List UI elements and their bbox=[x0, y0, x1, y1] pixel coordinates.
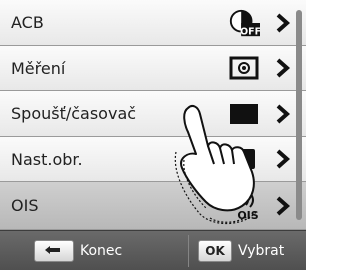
menu-item-label: Nast.obr. bbox=[11, 149, 83, 169]
menu-item-label: Spoušť/časovač bbox=[11, 104, 137, 123]
camera-menu-screen: ACB OFF Měření Spoušť/časovač Nast.obr. … bbox=[0, 0, 306, 270]
menu-item-label: OIS bbox=[11, 196, 39, 215]
select-label: Vybrat bbox=[238, 243, 285, 259]
chevron-right-icon bbox=[274, 57, 292, 79]
divider bbox=[188, 235, 189, 267]
ok-key: OK bbox=[198, 240, 232, 262]
menu-item-label: ACB bbox=[11, 13, 44, 32]
metering-center-icon bbox=[228, 55, 260, 81]
scrollbar[interactable] bbox=[296, 10, 302, 220]
menu-item-metering[interactable]: Měření bbox=[0, 46, 306, 91]
acb-off-icon: OFF bbox=[228, 9, 260, 37]
back-label: Konec bbox=[80, 243, 123, 259]
menu-item-label: Měření bbox=[11, 58, 66, 78]
svg-text:OFF: OFF bbox=[240, 26, 260, 37]
page-margin bbox=[306, 0, 353, 270]
chevron-right-icon bbox=[274, 103, 292, 125]
menu-item-acb[interactable]: ACB OFF bbox=[0, 0, 306, 46]
back-arrow-icon bbox=[34, 240, 74, 262]
chevron-right-icon bbox=[274, 12, 292, 34]
bottom-action-bar: Konec OK Vybrat bbox=[0, 230, 306, 270]
chevron-right-icon bbox=[274, 148, 292, 170]
select-button[interactable]: OK Vybrat bbox=[198, 231, 284, 270]
back-button[interactable]: Konec bbox=[34, 231, 122, 270]
touch-hand-icon bbox=[174, 105, 257, 225]
chevron-right-icon bbox=[274, 195, 292, 217]
